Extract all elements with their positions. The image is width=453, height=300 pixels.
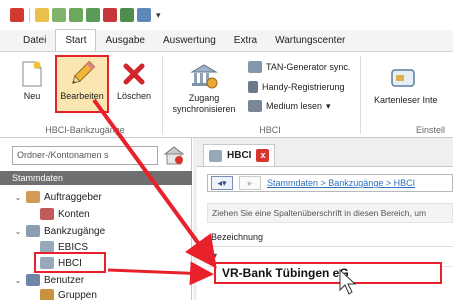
card-reader-label: Kartenleser Inte bbox=[374, 95, 438, 105]
document-arrow-icon[interactable] bbox=[69, 8, 83, 22]
client-folder-icon bbox=[26, 191, 40, 203]
edit-button[interactable]: Bearbeiten bbox=[55, 55, 109, 113]
handy-registration-button[interactable]: Handy-Registrierung bbox=[248, 81, 345, 93]
tree-label: Bankzugänge bbox=[44, 225, 106, 237]
tab-wartungscenter[interactable]: Wartungscenter bbox=[266, 31, 354, 51]
groups-icon bbox=[40, 289, 54, 300]
handy-registration-label: Handy-Registrierung bbox=[262, 82, 345, 92]
tree-item-auftraggeber[interactable]: ⌄ Auftraggeber bbox=[14, 191, 102, 203]
tree-item-konten[interactable]: Konten bbox=[40, 208, 90, 220]
folder-check-icon[interactable] bbox=[52, 8, 66, 22]
tree-label: Gruppen bbox=[58, 289, 97, 300]
read-medium-button[interactable]: Medium lesen ▾ bbox=[248, 100, 331, 112]
save-icon[interactable] bbox=[120, 8, 134, 22]
card-reader-icon bbox=[390, 64, 418, 92]
tree-item-bankzugaenge[interactable]: ⌄ Bankzugänge bbox=[14, 225, 105, 237]
customize-toolbar-dropdown-icon[interactable]: ▾ bbox=[156, 10, 161, 21]
accounts-icon bbox=[40, 208, 54, 220]
toolbar-divider bbox=[29, 8, 30, 22]
tree-item-gruppen[interactable]: Gruppen bbox=[40, 289, 97, 300]
phone-icon bbox=[248, 81, 258, 93]
tan-generator-sync-label: TAN-Generator sync. bbox=[266, 62, 351, 72]
sync-access-label-2: synchronisieren bbox=[172, 104, 236, 114]
tree-label: Konten bbox=[58, 208, 90, 220]
close-tab-icon[interactable]: x bbox=[256, 149, 270, 162]
table-row-vr-bank[interactable]: VR-Bank Tübingen eG bbox=[214, 262, 442, 284]
tan-generator-sync-button[interactable]: TAN-Generator sync. bbox=[248, 61, 350, 73]
document-settings-icon[interactable] bbox=[137, 8, 151, 22]
read-medium-dropdown-icon[interactable]: ▾ bbox=[326, 101, 331, 112]
ribbon-panel: Neu Bearbeiten Löschen HBCI-Bankzugänge bbox=[0, 52, 453, 138]
sync-access-label-1: Zugang bbox=[188, 93, 220, 103]
delete-button[interactable]: Löschen bbox=[112, 60, 156, 102]
forward-button[interactable]: ▸ bbox=[239, 176, 261, 190]
tab-auswertung[interactable]: Auswertung bbox=[154, 31, 225, 51]
document-tab-label: HBCI bbox=[227, 150, 252, 161]
navigation-pane: Ordner-/Kontonamen s Stammdaten ⌄ Auftra… bbox=[0, 138, 192, 300]
bank-sync-icon bbox=[190, 62, 218, 90]
tab-ausgabe[interactable]: Ausgabe bbox=[96, 31, 153, 51]
hbci-highlight-box bbox=[34, 252, 106, 273]
tree-label: EBICS bbox=[58, 241, 89, 253]
tree-label: Auftraggeber bbox=[44, 191, 102, 203]
new-button[interactable]: Neu bbox=[14, 60, 50, 102]
tree-item-benutzer[interactable]: ⌄ Benutzer bbox=[14, 274, 84, 286]
pencil-icon bbox=[68, 60, 96, 88]
expand-chevron-icon[interactable]: ⌄ bbox=[14, 227, 22, 236]
ribbon-tabs: Datei Start Ausgabe Auswertung Extra War… bbox=[0, 29, 453, 52]
document-tab-hbci[interactable]: HBCI x bbox=[203, 144, 276, 166]
group-label-hbci-bankzugaenge: HBCI-Bankzugänge bbox=[45, 125, 125, 135]
filter-icon[interactable]: ▼ bbox=[210, 251, 219, 261]
edit-button-label: Bearbeiten bbox=[60, 91, 104, 101]
delete-button-label: Löschen bbox=[116, 91, 152, 101]
card-reader-small-icon bbox=[248, 100, 262, 112]
new-document-icon bbox=[18, 60, 46, 88]
delete-x-icon bbox=[120, 60, 148, 88]
search-folder-icon[interactable] bbox=[162, 143, 186, 167]
expand-chevron-icon[interactable]: ⌄ bbox=[14, 193, 22, 202]
app-logo-icon[interactable] bbox=[10, 8, 24, 22]
breadcrumb[interactable]: Stammdaten > Bankzugänge > HBCI bbox=[267, 178, 415, 188]
tree-label: Benutzer bbox=[44, 274, 85, 286]
folder-account-search-input[interactable]: Ordner-/Kontonamen s bbox=[12, 146, 158, 165]
expand-chevron-icon[interactable]: ⌄ bbox=[14, 276, 22, 285]
new-button-label: Neu bbox=[23, 91, 41, 101]
group-by-hint: Ziehen Sie eine Spaltenüberschrift in di… bbox=[207, 203, 453, 223]
back-button[interactable]: ◂▾ bbox=[211, 176, 233, 190]
hbci-tab-icon bbox=[209, 149, 222, 162]
bank-access-icon bbox=[26, 225, 40, 237]
tab-datei[interactable]: Datei bbox=[14, 31, 55, 51]
list-icon[interactable] bbox=[35, 8, 49, 22]
users-icon bbox=[26, 274, 40, 286]
card-reader-button[interactable]: Kartenleser Inte bbox=[374, 64, 453, 106]
tab-extra[interactable]: Extra bbox=[225, 31, 266, 51]
export-icon[interactable] bbox=[86, 8, 100, 22]
group-label-hbci: HBCI bbox=[259, 125, 281, 135]
column-header-bezeichnung[interactable]: Bezeichnung bbox=[207, 227, 453, 247]
tan-generator-icon bbox=[248, 61, 262, 73]
sync-access-button[interactable]: Zugang synchronisieren bbox=[172, 62, 236, 115]
quick-access-toolbar: ▾ bbox=[0, 0, 453, 30]
group-label-einstellungen: Einstell bbox=[416, 125, 446, 135]
read-medium-label: Medium lesen bbox=[266, 101, 323, 111]
section-header-stammdaten: Stammdaten bbox=[0, 171, 192, 185]
breadcrumb-bar: ◂▾ ▸ Stammdaten > Bankzugänge > HBCI bbox=[207, 174, 453, 192]
group-separator bbox=[360, 56, 361, 134]
tab-start[interactable]: Start bbox=[55, 29, 97, 51]
group-separator bbox=[162, 56, 163, 134]
print-icon[interactable] bbox=[103, 8, 117, 22]
